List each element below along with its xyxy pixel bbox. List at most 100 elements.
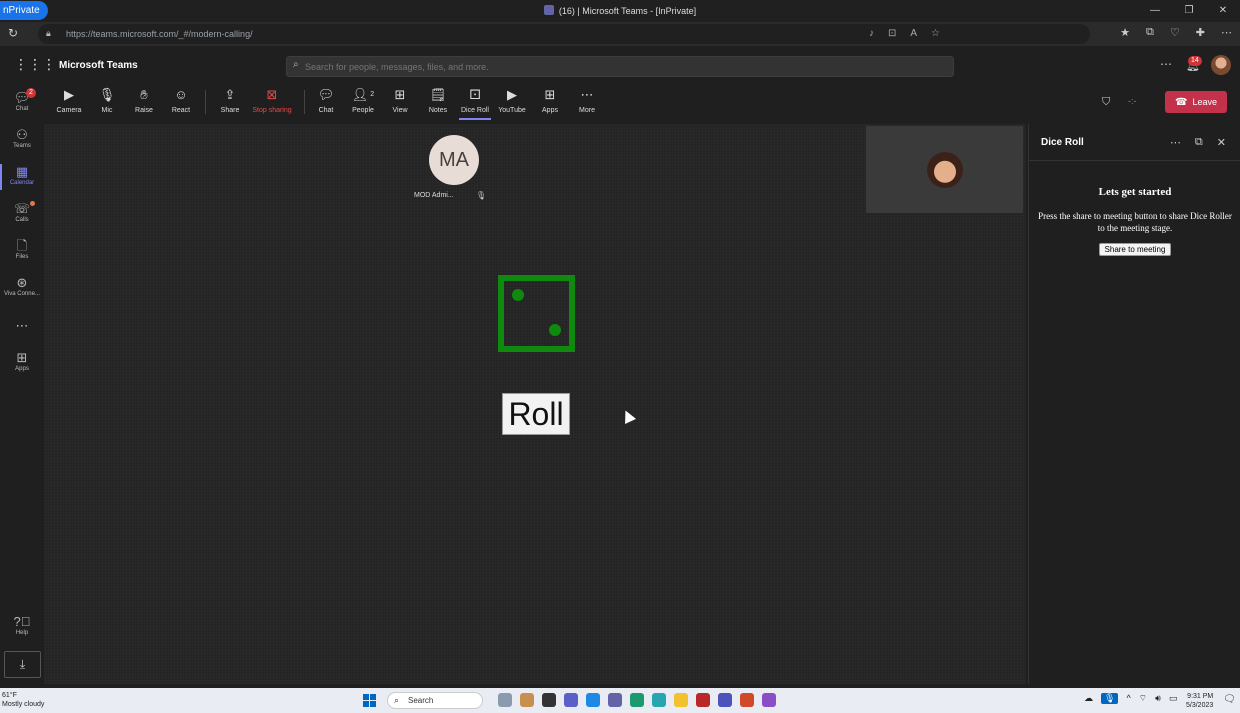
search-input[interactable] — [305, 58, 905, 75]
browser-essentials-icon[interactable]: ♡ — [1170, 26, 1180, 39]
file-explorer-icon[interactable] — [674, 693, 688, 707]
refresh-icon[interactable]: ↻ — [8, 26, 18, 40]
notes-button[interactable]: 🗒︎ Notes — [418, 86, 458, 114]
share-button[interactable]: ⇪ Share — [210, 86, 250, 114]
widgets-icon[interactable] — [520, 693, 534, 707]
more-label: More — [579, 107, 595, 114]
collections-icon[interactable]: ⧉ — [1146, 26, 1154, 39]
url-text[interactable]: https://teams.microsoft.com/_#/modern-ca… — [66, 24, 253, 44]
view-label: View — [392, 107, 408, 114]
onedrive-icon[interactable]: ☁︎ — [1084, 693, 1093, 704]
dice-pip — [549, 324, 561, 336]
teams-chat-icon[interactable] — [564, 693, 578, 707]
notification-center-icon[interactable]: 🗨︎ — [1223, 694, 1236, 705]
edge-icon[interactable] — [630, 693, 644, 707]
close-panel-icon[interactable]: ✕ — [1217, 136, 1226, 149]
search-box[interactable]: ⌕ — [286, 56, 954, 77]
roll-button[interactable]: Roll — [502, 393, 570, 435]
panel-content: Lets get started Press the share to meet… — [1035, 186, 1235, 257]
self-video-face — [927, 152, 963, 188]
app-launcher-icon[interactable]: ⋮⋮⋮ — [14, 56, 56, 73]
favorites-icon[interactable]: ★ — [1120, 26, 1130, 39]
mic-off-icon: 🎙︎ — [476, 191, 487, 200]
camera-button[interactable]: ▶︎ Camera — [49, 86, 89, 114]
share-to-meeting-button[interactable]: Share to meeting — [1098, 243, 1172, 256]
calendar-icon: ▦ — [15, 164, 29, 179]
taskbar-clock[interactable]: 9:31 PM 5/3/2023 — [1186, 692, 1213, 710]
leave-button[interactable]: ☎︎ Leave — [1165, 91, 1227, 113]
meeting-toolbar: ▶︎ Camera 🎙︎ Mic ✋︎ Raise ☺ React ⇪ Shar… — [44, 82, 1240, 124]
app-icon-red[interactable] — [696, 693, 710, 707]
teams-app-icon[interactable] — [608, 693, 622, 707]
browser-toolbar: ★ ⧉ ♡ ✚ ⋯ — [1120, 26, 1232, 39]
task-view-icon[interactable] — [498, 693, 512, 707]
apps-button[interactable]: ⊞ Apps — [530, 86, 570, 114]
rail-item-viva[interactable]: ⊛ Viva Conne... — [0, 271, 44, 307]
url-field[interactable]: 🔒︎ https://teams.microsoft.com/_#/modern… — [38, 24, 1090, 44]
close-window-icon[interactable]: ✕ — [1206, 0, 1240, 22]
view-button[interactable]: ⊞ View — [380, 86, 420, 114]
powerpoint-icon[interactable] — [740, 693, 754, 707]
self-video-tile[interactable] — [866, 126, 1023, 213]
vscode-icon[interactable] — [586, 693, 600, 707]
weather-condition: Mostly cloudy — [2, 701, 45, 708]
chat-button[interactable]: 💬︎ Chat — [306, 86, 346, 114]
rail-item-files[interactable]: 🗋︎ Files — [0, 234, 44, 270]
app-available-icon[interactable]: ⊡ — [888, 24, 896, 44]
taskbar-search[interactable]: ⌕ Search — [387, 692, 483, 709]
mic-in-use-icon[interactable]: 🎙︎ — [1101, 693, 1119, 704]
wifi-icon[interactable]: ⌔ — [1139, 693, 1147, 704]
rail-item-teams[interactable]: ⚇ Teams — [0, 123, 44, 159]
lock-icon[interactable]: 🔒︎ — [46, 28, 51, 39]
apps-icon: ⊞ — [16, 350, 28, 365]
teams-classic-icon[interactable] — [718, 693, 732, 707]
participant-avatar[interactable]: MA — [429, 135, 479, 185]
battery-icon[interactable]: ▭ — [1169, 693, 1178, 704]
shield-icon[interactable]: ⛉ — [1102, 96, 1110, 109]
rail-item-chat[interactable]: 💬︎ Chat 2 — [0, 86, 44, 122]
rail-item-help[interactable]: ?⃝ Help — [0, 610, 44, 646]
dice-roll-tab[interactable]: ⚀ Dice Roll — [455, 86, 495, 120]
weather-widget[interactable]: 61°F Mostly cloudy — [2, 691, 44, 709]
windows-start-icon[interactable] — [363, 694, 376, 707]
edge-dev-icon[interactable] — [652, 693, 666, 707]
minimize-icon[interactable]: — — [1138, 0, 1172, 22]
favorite-star-icon[interactable]: ☆ — [931, 24, 940, 44]
toolbar-divider — [304, 90, 305, 114]
rail-item-apps[interactable]: ⊞ Apps — [0, 346, 44, 382]
chevron-up-icon[interactable]: ^ — [1126, 693, 1130, 704]
volume-icon[interactable]: 🔊︎ — [1155, 693, 1161, 704]
extensions-icon[interactable]: ✚ — [1196, 26, 1205, 39]
people-button[interactable]: 👤︎ 2 People — [343, 86, 383, 114]
profile-avatar[interactable] — [1211, 55, 1231, 75]
read-aloud-icon[interactable]: A — [910, 24, 917, 44]
more-apps-icon: ⋯ — [15, 318, 29, 333]
rail-item-calendar[interactable]: ▦ Calendar — [0, 160, 44, 196]
rail-more[interactable]: ⋯ — [0, 314, 44, 350]
rail-label: Files — [15, 254, 29, 260]
mic-permission-icon[interactable]: ♪ — [869, 24, 874, 44]
react-button[interactable]: ☺ React — [161, 86, 201, 114]
pop-out-icon[interactable]: ⧉ — [1195, 136, 1203, 149]
mic-button[interactable]: 🎙︎ Mic — [87, 86, 127, 114]
terminal-icon[interactable] — [542, 693, 556, 707]
chat-badge: 2 — [26, 88, 36, 98]
app-name: Microsoft Teams — [59, 60, 138, 71]
restore-icon[interactable]: ❐ — [1172, 0, 1206, 22]
panel-more-icon[interactable]: ⋯ — [1170, 136, 1181, 149]
more-button[interactable]: ⋯ More — [567, 86, 607, 114]
stop-sharing-button[interactable]: ⊠ Stop sharing — [252, 86, 292, 114]
youtube-button[interactable]: ▶︎ YouTube — [492, 86, 532, 114]
download-icon[interactable]: ⤓ — [4, 651, 41, 678]
rail-label: Calls — [15, 217, 29, 223]
rail-item-calls[interactable]: ☏ Calls — [0, 197, 44, 233]
clock-date: 5/3/2023 — [1186, 702, 1214, 709]
raise-hand-button[interactable]: ✋︎ Raise — [124, 86, 164, 114]
app-icon-purple[interactable] — [762, 693, 776, 707]
files-icon: 🗋︎ — [16, 238, 28, 253]
address-bar-icons: ♪ ⊡ A ☆ — [869, 24, 940, 44]
settings-more-icon[interactable]: ⋯ — [1160, 57, 1172, 71]
help-icon: ?⃝ — [13, 614, 31, 629]
browser-menu-icon[interactable]: ⋯ — [1221, 26, 1232, 39]
dice-roll-side-panel: Dice Roll ⋯ ⧉ ✕ Lets get started Press t… — [1028, 124, 1240, 684]
